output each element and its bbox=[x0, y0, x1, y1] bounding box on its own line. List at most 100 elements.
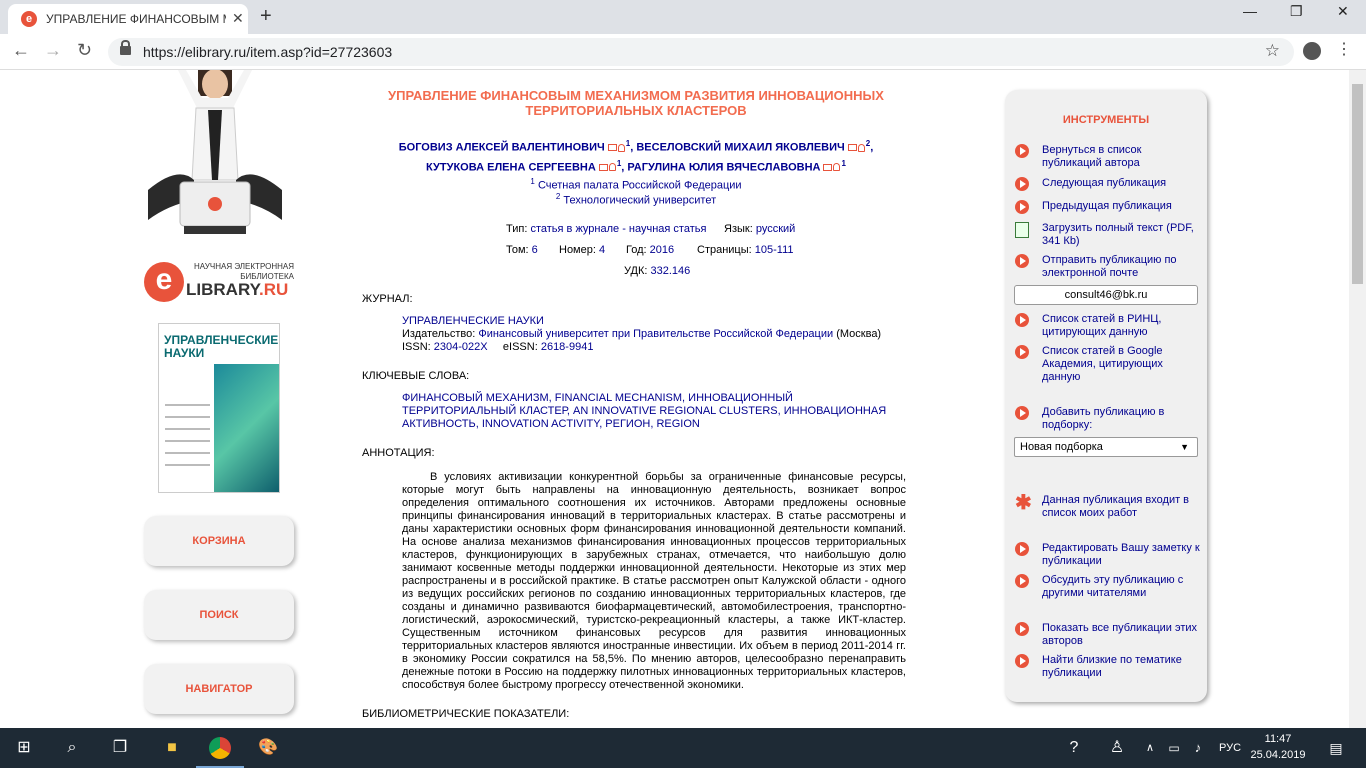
dropdown-arrow-icon: ▼ bbox=[1180, 442, 1189, 452]
account-icon[interactable] bbox=[1303, 42, 1321, 60]
arrow-bullet-icon bbox=[1015, 254, 1029, 268]
author-profile-icon[interactable] bbox=[833, 163, 841, 172]
arrow-bullet-icon bbox=[1015, 574, 1029, 588]
issue-field: Номер: 4 bbox=[559, 244, 606, 256]
menu-kebab-icon[interactable]: ⋮ bbox=[1336, 39, 1352, 59]
page-content: e НАУЧНАЯ ЭЛЕКТРОННАЯ БИБЛИОТЕКА LIBRARY… bbox=[0, 70, 1366, 728]
email-field[interactable]: consult46@bk.ru bbox=[1014, 285, 1198, 305]
reload-icon[interactable]: ↻ bbox=[77, 40, 92, 61]
volume-icon[interactable]: ♪ bbox=[1188, 728, 1208, 768]
keywords-heading: КЛЮЧЕВЫЕ СЛОВА: bbox=[362, 370, 470, 382]
browser-tab[interactable]: e УПРАВЛЕНИЕ ФИНАНСОВЫМ М ✕ bbox=[8, 4, 248, 34]
logo-subtitle: НАУЧНАЯ ЭЛЕКТРОННАЯ БИБЛИОТЕКА bbox=[194, 262, 294, 281]
affiliation[interactable]: 1 Счетная палата Российской Федерации bbox=[370, 177, 902, 192]
search-button[interactable]: ПОИСК bbox=[144, 590, 294, 640]
elibrary-e-icon: e bbox=[144, 262, 184, 302]
page-scrollbar[interactable] bbox=[1349, 70, 1366, 728]
cover-title: УПРАВЛЕНЧЕСКИЕ НАУКИ bbox=[164, 333, 279, 360]
journal-block: УПРАВЛЕНЧЕСКИЕ НАУКИ Издательство: Финан… bbox=[402, 315, 902, 354]
cover-lines bbox=[165, 394, 210, 476]
arrow-bullet-icon bbox=[1015, 654, 1029, 668]
arrow-bullet-icon bbox=[1015, 406, 1029, 420]
type-field: Тип: статья в журнале - научная статья bbox=[506, 223, 707, 235]
language-field: Язык: русский bbox=[724, 223, 796, 235]
restore-icon[interactable]: ❐ bbox=[1290, 3, 1303, 20]
omnibox[interactable]: https://elibrary.ru/item.asp?id=27723603… bbox=[108, 38, 1294, 66]
mail-icon[interactable] bbox=[823, 163, 833, 171]
affiliation[interactable]: 2 Технологический университет bbox=[370, 192, 902, 207]
mail-icon[interactable] bbox=[847, 144, 857, 152]
elibrary-favicon-icon: e bbox=[21, 11, 37, 27]
author-link[interactable]: РАГУЛИНА ЮЛИЯ ВЯЧЕСЛАВОВНА bbox=[627, 161, 820, 173]
article-title: УПРАВЛЕНИЕ ФИНАНСОВЫМ МЕХАНИЗМОМ РАЗВИТИ… bbox=[388, 88, 884, 118]
cart-button[interactable]: КОРЗИНА bbox=[144, 516, 294, 566]
search-icon[interactable]: ⌕ bbox=[48, 728, 96, 768]
tools-heading: ИНСТРУМЕНТЫ bbox=[1062, 114, 1150, 126]
new-tab-button[interactable]: + bbox=[260, 5, 272, 28]
chrome-icon[interactable] bbox=[196, 728, 244, 768]
volume-field: Том: 6 bbox=[506, 244, 538, 256]
author-profile-icon[interactable] bbox=[608, 163, 616, 172]
authors-block: БОГОВИЗ АЛЕКСЕЙ ВАЛЕНТИНОВИЧ 1, ВЕСЕЛОВСК… bbox=[398, 139, 874, 174]
journal-cover[interactable]: УПРАВЛЕНЧЕСКИЕ НАУКИ bbox=[158, 323, 280, 493]
author-profile-icon[interactable] bbox=[857, 143, 865, 152]
file-explorer-icon[interactable]: ■ bbox=[148, 728, 196, 768]
network-icon[interactable]: ▭ bbox=[1164, 728, 1184, 768]
minimize-icon[interactable]: — bbox=[1243, 3, 1257, 19]
pdf-icon bbox=[1015, 222, 1029, 238]
journal-link[interactable]: УПРАВЛЕНЧЕСКИЕ НАУКИ bbox=[402, 315, 902, 328]
pages-field: Страницы: 105-111 bbox=[697, 244, 794, 256]
tab-strip: e УПРАВЛЕНИЕ ФИНАНСОВЫМ М ✕ + — ❐ ✕ bbox=[0, 0, 1366, 34]
forward-icon[interactable]: → bbox=[44, 40, 62, 61]
arrow-bullet-icon bbox=[1015, 345, 1029, 359]
affiliation-sup: 2 bbox=[865, 139, 871, 148]
address-bar-row: ← → ↻ https://elibrary.ru/item.asp?id=27… bbox=[0, 34, 1366, 70]
back-icon[interactable]: ← bbox=[12, 40, 30, 61]
year-field: Год: 2016 bbox=[626, 244, 675, 256]
arrow-bullet-icon bbox=[1015, 177, 1029, 191]
lock-icon bbox=[120, 40, 131, 55]
bookmark-star-icon[interactable]: ☆ bbox=[1265, 41, 1280, 61]
language-indicator[interactable]: РУС bbox=[1216, 728, 1244, 768]
bibliometrics-heading: БИБЛИОМЕТРИЧЕСКИЕ ПОКАЗАТЕЛИ: bbox=[362, 708, 570, 720]
taskbar: ⊞ ⌕ ❐ ■ 🎨 ? ♙ ∧ ▭ ♪ РУС 11:47 25.04.2019 … bbox=[0, 728, 1366, 768]
arrow-bullet-icon bbox=[1015, 542, 1029, 556]
publisher-link[interactable]: Финансовый университет при Правительстве… bbox=[478, 328, 833, 340]
window-close-icon[interactable]: ✕ bbox=[1337, 3, 1349, 20]
tab-title: УПРАВЛЕНИЕ ФИНАНСОВЫМ М bbox=[46, 12, 226, 26]
issn-link[interactable]: 2304-022X bbox=[434, 341, 488, 353]
people-icon[interactable]: ♙ bbox=[1103, 728, 1131, 768]
affiliation-sup: 1 bbox=[841, 158, 846, 168]
help-icon[interactable]: ? bbox=[1060, 728, 1088, 768]
mascot-illustration bbox=[148, 70, 282, 234]
author-link[interactable]: БОГОВИЗ АЛЕКСЕЙ ВАЛЕНТИНОВИЧ bbox=[399, 142, 605, 154]
cover-art bbox=[214, 364, 279, 492]
tools-panel: ИНСТРУМЕНТЫ Вернуться в список публикаци… bbox=[1005, 90, 1207, 702]
windows-start-icon[interactable]: ⊞ bbox=[0, 728, 48, 768]
asterisk-icon: ✱ bbox=[1015, 492, 1032, 514]
elibrary-logo[interactable]: e НАУЧНАЯ ЭЛЕКТРОННАЯ БИБЛИОТЕКА LIBRARY… bbox=[144, 260, 304, 305]
udk-field: УДК: 332.146 bbox=[624, 265, 691, 277]
mail-icon[interactable] bbox=[607, 144, 617, 152]
tab-close-icon[interactable]: ✕ bbox=[232, 10, 244, 27]
task-view-icon[interactable]: ❐ bbox=[96, 728, 144, 768]
clock[interactable]: 11:47 25.04.2019 bbox=[1250, 731, 1306, 763]
notifications-icon[interactable]: ▤ bbox=[1322, 728, 1350, 768]
arrow-bullet-icon bbox=[1015, 144, 1029, 158]
author-link[interactable]: КУТУКОВА ЕЛЕНА СЕРГЕЕВНА bbox=[426, 161, 596, 173]
scrollbar-thumb[interactable] bbox=[1352, 84, 1363, 284]
tray-chevron-icon[interactable]: ∧ bbox=[1140, 728, 1160, 768]
collection-select[interactable]: Новая подборка ▼ bbox=[1014, 437, 1198, 457]
paint-icon[interactable]: 🎨 bbox=[244, 728, 292, 768]
arrow-bullet-icon bbox=[1015, 313, 1029, 327]
author-link[interactable]: ВЕСЕЛОВСКИЙ МИХАИЛ ЯКОВЛЕВИЧ bbox=[636, 142, 844, 154]
abstract-text: В условиях активизации конкурентной борь… bbox=[402, 471, 906, 691]
abstract-heading: АННОТАЦИЯ: bbox=[362, 447, 435, 459]
navigator-button[interactable]: НАВИГАТОР bbox=[144, 664, 294, 714]
url-text: https://elibrary.ru/item.asp?id=27723603 bbox=[143, 44, 393, 60]
eissn-link[interactable]: 2618-9941 bbox=[541, 341, 594, 353]
keywords-list[interactable]: ФИНАНСОВЫЙ МЕХАНИЗМ, FINANCIAL MECHANISM… bbox=[402, 392, 902, 431]
arrow-bullet-icon bbox=[1015, 622, 1029, 636]
author-profile-icon[interactable] bbox=[617, 143, 625, 152]
mail-icon[interactable] bbox=[598, 163, 608, 171]
